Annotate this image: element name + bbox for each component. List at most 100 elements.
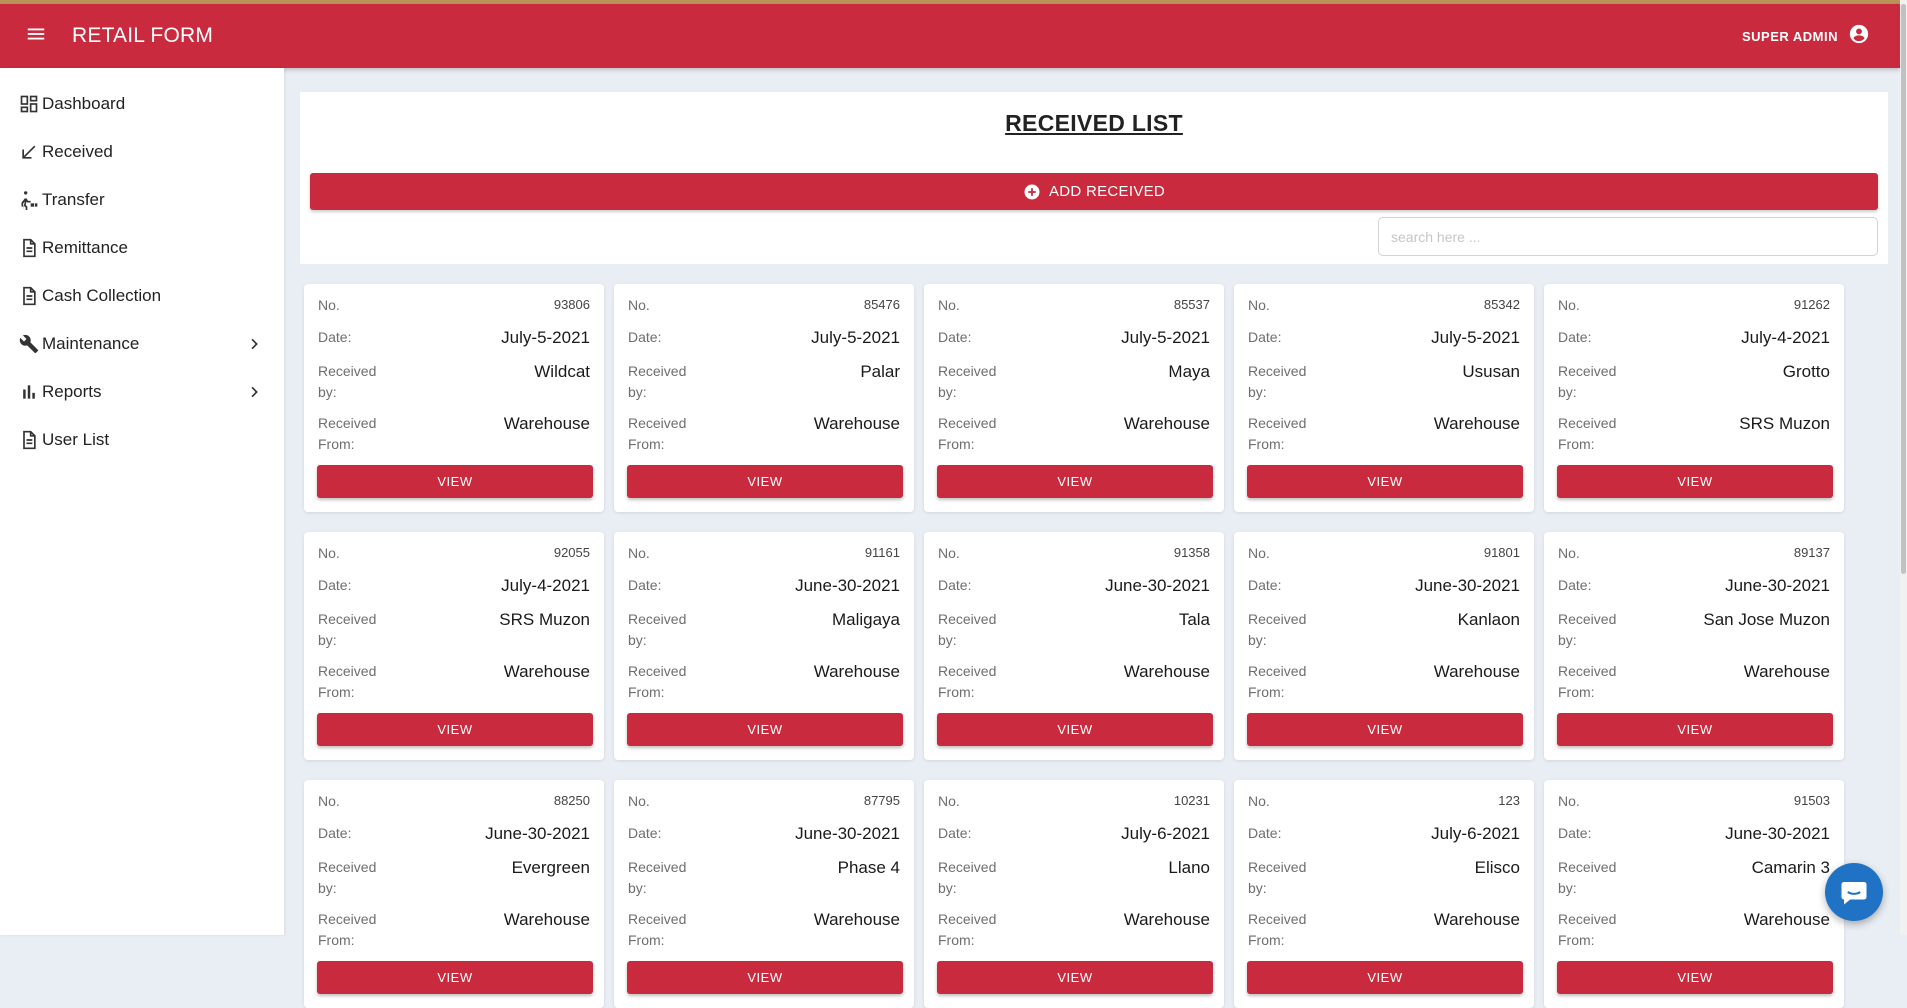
received-from-value: Warehouse xyxy=(813,414,900,433)
chat-bubble-icon xyxy=(1841,882,1867,905)
received-number: 92055 xyxy=(553,545,590,560)
received-number: 91801 xyxy=(1483,545,1520,560)
received-by-value: Camarin 3 xyxy=(1751,858,1830,877)
received-from-label: Received From: xyxy=(1248,415,1307,452)
no-label: No. xyxy=(938,297,960,313)
date-label: Date: xyxy=(938,329,972,345)
view-button[interactable]: VIEW xyxy=(937,465,1213,498)
view-button[interactable]: VIEW xyxy=(937,961,1213,994)
received-from-label: Received From: xyxy=(1558,415,1617,452)
date-label: Date: xyxy=(938,577,972,593)
received-number: 91161 xyxy=(864,545,900,560)
received-number: 91262 xyxy=(1793,297,1830,312)
received-date: June-30-2021 xyxy=(795,576,900,595)
received-from-label: Received From: xyxy=(1248,663,1307,700)
received-by-value: Ususan xyxy=(1462,362,1520,381)
received-by-label: Received by: xyxy=(1558,611,1617,648)
no-label: No. xyxy=(1558,545,1580,561)
sidebar-item-remittance[interactable]: Remittance xyxy=(0,224,284,272)
view-button[interactable]: VIEW xyxy=(627,465,903,498)
account-circle-icon xyxy=(1848,23,1870,50)
received-date: June-30-2021 xyxy=(1105,576,1210,595)
received-date: June-30-2021 xyxy=(1725,576,1830,595)
received-from-value: Warehouse xyxy=(1433,414,1520,433)
received-number: 88250 xyxy=(553,793,590,808)
view-button[interactable]: VIEW xyxy=(317,961,593,994)
hamburger-menu-icon xyxy=(25,23,47,50)
no-label: No. xyxy=(1248,793,1270,809)
received-number: 89137 xyxy=(1793,545,1830,560)
page-scrollbar[interactable] xyxy=(1900,0,1907,935)
sidebar-item-cash-collection[interactable]: Cash Collection xyxy=(0,272,284,320)
received-by-label: Received by: xyxy=(318,611,377,648)
received-from-label: Received From: xyxy=(628,415,687,452)
received-card: No. 85476 Date: July-5-2021 Received by: … xyxy=(614,284,914,512)
no-label: No. xyxy=(628,297,650,313)
sidebar-item-user-list[interactable]: User List xyxy=(0,416,284,464)
received-from-value: Warehouse xyxy=(503,414,590,433)
received-by-label: Received by: xyxy=(938,859,997,896)
received-from-value: Warehouse xyxy=(503,910,590,929)
sidebar-item-maintenance[interactable]: Maintenance xyxy=(0,320,284,368)
no-label: No. xyxy=(318,545,340,561)
search-input[interactable] xyxy=(1378,217,1878,256)
view-button[interactable]: VIEW xyxy=(627,961,903,994)
received-from-label: Received From: xyxy=(1248,911,1307,948)
plus-circle-icon xyxy=(1024,184,1040,199)
view-button[interactable]: VIEW xyxy=(1247,465,1523,498)
document-icon xyxy=(18,237,40,259)
view-button[interactable]: VIEW xyxy=(317,465,593,498)
view-button[interactable]: VIEW xyxy=(1557,465,1833,498)
received-by-value: Maligaya xyxy=(831,610,900,629)
no-label: No. xyxy=(938,793,960,809)
received-number: 91358 xyxy=(1173,545,1210,560)
received-from-value: Warehouse xyxy=(1123,662,1210,681)
no-label: No. xyxy=(1558,297,1580,313)
received-by-label: Received by: xyxy=(1248,611,1307,648)
received-card: No. 91262 Date: July-4-2021 Received by: … xyxy=(1544,284,1844,512)
received-from-value: Warehouse xyxy=(1433,910,1520,929)
sidebar-item-label: User List xyxy=(42,430,110,449)
transfer-icon xyxy=(18,189,40,211)
received-card: No. 10231 Date: July-6-2021 Received by: … xyxy=(924,780,1224,1008)
date-label: Date: xyxy=(628,825,662,841)
scrollbar-thumb[interactable] xyxy=(1901,4,1906,574)
view-button[interactable]: VIEW xyxy=(1247,713,1523,746)
sidebar-item-label: Received xyxy=(42,142,113,161)
received-from-label: Received From: xyxy=(938,663,997,700)
view-button[interactable]: VIEW xyxy=(317,713,593,746)
chat-support-button[interactable] xyxy=(1825,863,1883,921)
no-label: No. xyxy=(628,545,650,561)
sidebar-item-reports[interactable]: Reports xyxy=(0,368,284,416)
received-list-header-panel: RECEIVED LIST ADD RECEIVED xyxy=(300,92,1888,264)
add-received-button[interactable]: ADD RECEIVED xyxy=(310,173,1878,210)
received-date: July-5-2021 xyxy=(811,328,900,347)
received-card: No. 93806 Date: July-5-2021 Received by: … xyxy=(304,284,604,512)
received-from-value: Warehouse xyxy=(813,662,900,681)
received-by-label: Received by: xyxy=(938,363,997,400)
sidebar-item-label: Reports xyxy=(42,382,102,401)
view-button[interactable]: VIEW xyxy=(1247,961,1523,994)
received-by-value: Evergreen xyxy=(511,858,590,877)
received-number: 85342 xyxy=(1483,297,1520,312)
view-button[interactable]: VIEW xyxy=(1557,961,1833,994)
view-button[interactable]: VIEW xyxy=(937,713,1213,746)
sidebar-item-dashboard[interactable]: Dashboard xyxy=(0,80,284,128)
user-label: SUPER ADMIN xyxy=(1741,28,1838,44)
received-by-label: Received by: xyxy=(1558,363,1617,400)
view-button[interactable]: VIEW xyxy=(627,713,903,746)
received-number: 85476 xyxy=(863,297,900,312)
received-date: July-4-2021 xyxy=(501,576,590,595)
received-from-value: Warehouse xyxy=(1433,662,1520,681)
sidebar-item-transfer[interactable]: Transfer xyxy=(0,176,284,224)
sidebar-item-received[interactable]: Received xyxy=(0,128,284,176)
received-number: 123 xyxy=(1498,793,1520,808)
user-menu[interactable]: SUPER ADMIN xyxy=(1742,23,1870,50)
menu-button[interactable] xyxy=(0,4,72,68)
sidebar-item-label: Transfer xyxy=(42,190,105,209)
no-label: No. xyxy=(938,545,960,561)
view-button[interactable]: VIEW xyxy=(1557,713,1833,746)
no-label: No. xyxy=(318,793,340,809)
date-label: Date: xyxy=(1558,577,1592,593)
received-from-value: Warehouse xyxy=(1123,910,1210,929)
